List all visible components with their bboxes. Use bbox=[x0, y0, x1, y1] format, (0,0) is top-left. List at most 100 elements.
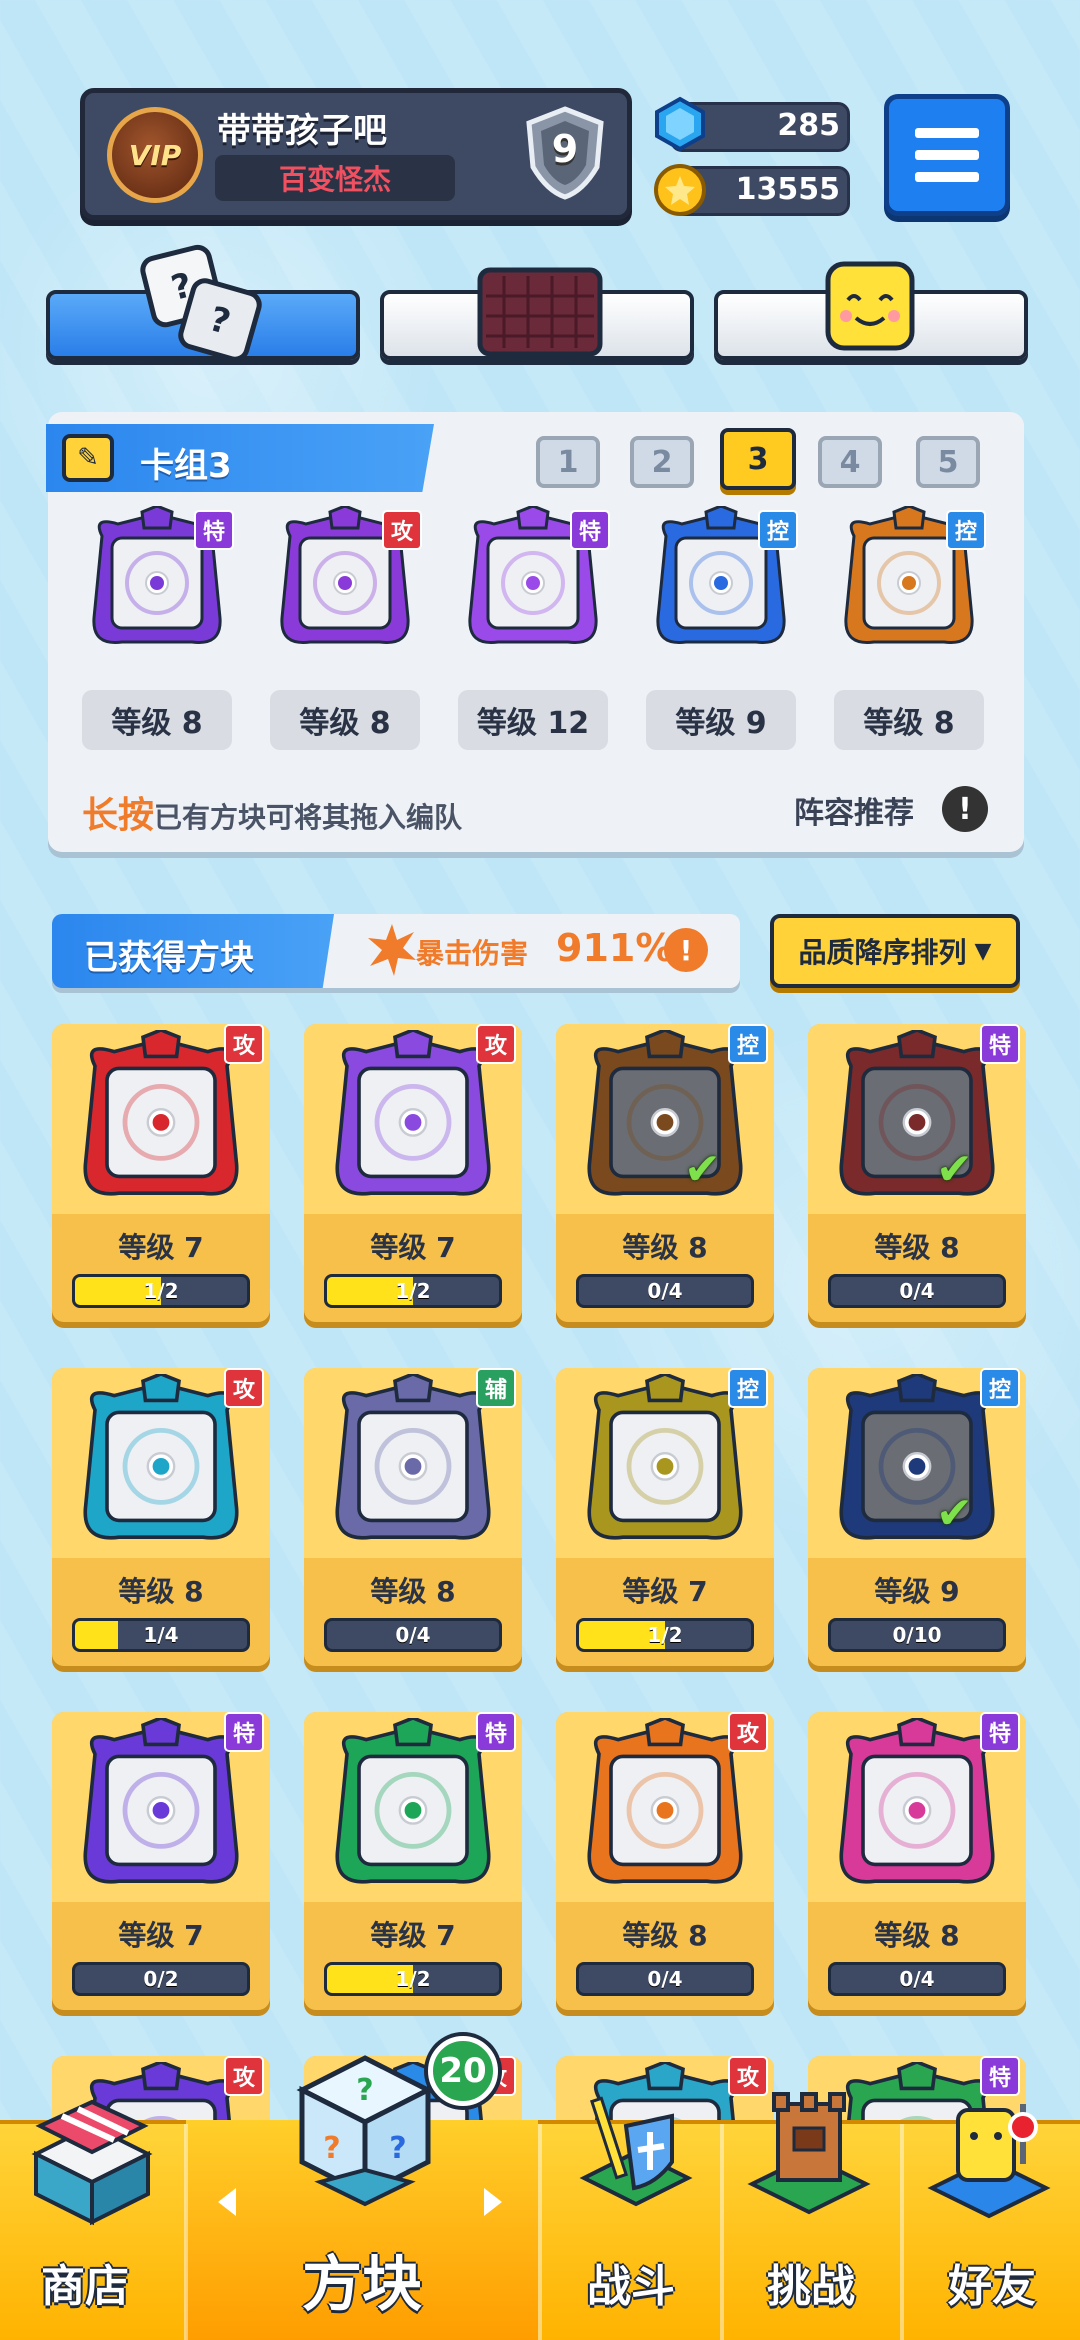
deck-block-card[interactable]: 特 bbox=[82, 504, 234, 656]
block-level: 等级 7 bbox=[370, 1231, 456, 1264]
block-card[interactable]: 攻等级 8 0/4 bbox=[556, 1712, 774, 2010]
upgrade-progress-bar: 0/2 bbox=[72, 1962, 250, 1996]
nav-friends-label: 好友 bbox=[948, 2261, 1036, 2312]
sword-shield-icon bbox=[579, 2096, 693, 2207]
nav-battle-label: 战斗 bbox=[587, 2261, 675, 2312]
deck-block-card[interactable]: 特 bbox=[458, 504, 610, 656]
type-tag: 攻 bbox=[382, 510, 422, 550]
nav-shop[interactable]: 商店 bbox=[0, 2099, 184, 2340]
player-profile-card[interactable]: VIP 带带孩子吧 百变怪杰 9 bbox=[80, 88, 632, 220]
progress-text: 1/2 bbox=[647, 1623, 683, 1647]
block-card[interactable]: 控 ✔ 等级 8 0/4 bbox=[556, 1024, 774, 1322]
type-tag: 控 bbox=[758, 510, 798, 550]
type-tag: 特 bbox=[476, 1712, 516, 1752]
pencil-icon[interactable]: ✎ bbox=[62, 434, 114, 482]
block-card[interactable]: 攻等级 7 1/2 bbox=[52, 1024, 270, 1322]
crit-info-icon[interactable]: ! bbox=[664, 928, 708, 972]
deck-slot-2[interactable]: 2 bbox=[630, 436, 694, 488]
deck-block-card[interactable]: 攻 bbox=[270, 504, 422, 656]
upgrade-progress-bar: 0/10 bbox=[828, 1618, 1006, 1652]
crit-burst-icon bbox=[368, 924, 416, 976]
rank-level: 9 bbox=[551, 127, 579, 171]
block-level: 等级 8 bbox=[622, 1231, 708, 1264]
progress-text: 0/4 bbox=[647, 1967, 683, 1991]
nav-challenge[interactable]: 挑战 bbox=[722, 2092, 900, 2340]
type-tag: 特 bbox=[570, 510, 610, 550]
sort-label: 品质降序排列 bbox=[798, 936, 967, 969]
type-tag: 辅 bbox=[476, 1368, 516, 1408]
type-tag: 特 bbox=[224, 1712, 264, 1752]
vip-badge[interactable]: VIP bbox=[107, 107, 203, 203]
upgrade-progress-bar: 1/2 bbox=[324, 1274, 502, 1308]
deck-slot-1[interactable]: 1 bbox=[536, 436, 600, 488]
gem-count: 285 bbox=[777, 108, 840, 143]
nav-battle[interactable]: 战斗 bbox=[542, 2096, 720, 2340]
progress-text: 1/4 bbox=[143, 1623, 179, 1647]
notification-dot bbox=[1008, 2112, 1038, 2142]
player-title: 百变怪杰 bbox=[215, 155, 455, 201]
type-tag: 攻 bbox=[476, 1024, 516, 1064]
block-level: 等级 7 bbox=[622, 1575, 708, 1608]
nav-friends[interactable]: 好友 bbox=[904, 2104, 1080, 2340]
block-level: 等级 8 bbox=[118, 1575, 204, 1608]
svg-text:?: ? bbox=[356, 2073, 373, 2108]
block-card[interactable]: 特等级 7 0/2 bbox=[52, 1712, 270, 2010]
drag-tip-text: 已有方块可将其拖入编队 bbox=[154, 801, 463, 834]
block-card[interactable]: 攻等级 7 1/2 bbox=[304, 1024, 522, 1322]
deck-block-card[interactable]: 控 bbox=[834, 504, 986, 656]
upgrade-progress-bar: 0/4 bbox=[324, 1618, 502, 1652]
block-card[interactable]: 特 ✔ 等级 8 0/4 bbox=[808, 1024, 1026, 1322]
svg-text:?: ? bbox=[389, 2131, 406, 2166]
in-deck-check-icon: ✔ bbox=[936, 1144, 973, 1195]
nav-blocks[interactable]: ? ? ? 方块 bbox=[186, 2055, 538, 2340]
drag-tip: 长按已有方块可将其拖入编队 bbox=[82, 786, 462, 838]
deck-block-card[interactable]: 控 bbox=[646, 504, 798, 656]
upgrade-progress-bar: 1/2 bbox=[576, 1618, 754, 1652]
block-card[interactable]: 特等级 7 1/2 bbox=[304, 1712, 522, 2010]
deck-block-level: 等级 8 bbox=[834, 690, 984, 750]
block-card[interactable]: 攻等级 8 1/4 bbox=[52, 1368, 270, 1666]
menu-button[interactable] bbox=[884, 94, 1010, 216]
block-level: 等级 7 bbox=[118, 1231, 204, 1264]
board-grid-icon bbox=[477, 267, 603, 357]
sort-button[interactable]: 品质降序排列 ▼ bbox=[770, 914, 1020, 988]
block-card[interactable]: 辅等级 8 0/4 bbox=[304, 1368, 522, 1666]
block-card[interactable]: 控 ✔ 等级 9 0/10 bbox=[808, 1368, 1026, 1666]
info-icon[interactable]: ! bbox=[942, 786, 988, 832]
type-tag: 攻 bbox=[224, 1024, 264, 1064]
menu-line-icon bbox=[915, 172, 979, 182]
block-card[interactable]: 特等级 8 0/4 bbox=[808, 1712, 1026, 2010]
type-tag: 特 bbox=[980, 1712, 1020, 1752]
type-tag: 攻 bbox=[728, 1712, 768, 1752]
deck-slot-5[interactable]: 5 bbox=[916, 436, 980, 488]
progress-text: 0/4 bbox=[647, 1279, 683, 1303]
progress-text: 0/4 bbox=[899, 1279, 935, 1303]
block-card[interactable]: 控等级 7 1/2 bbox=[556, 1368, 774, 1666]
nav-shop-label: 商店 bbox=[41, 2261, 129, 2312]
deck-slot-4[interactable]: 4 bbox=[818, 436, 882, 488]
type-tag: 特 bbox=[980, 1024, 1020, 1064]
deck-block-level: 等级 8 bbox=[82, 690, 232, 750]
upgrade-progress-bar: 0/4 bbox=[828, 1962, 1006, 1996]
crit-damage-label: 暴击伤害 bbox=[416, 937, 529, 970]
deck-slot-3[interactable]: 3 bbox=[720, 428, 796, 490]
deck-block-level: 等级 8 bbox=[270, 690, 420, 750]
type-tag: 控 bbox=[728, 1024, 768, 1064]
arrow-right-icon[interactable] bbox=[484, 2188, 502, 2216]
upgrade-progress-bar: 1/4 bbox=[72, 1618, 250, 1652]
dice-icon: ? ? bbox=[140, 244, 262, 362]
progress-text: 0/10 bbox=[892, 1623, 942, 1647]
block-level: 等级 7 bbox=[370, 1919, 456, 1952]
type-tag: 控 bbox=[980, 1368, 1020, 1408]
lineup-recommend-label[interactable]: 阵容推荐 bbox=[794, 788, 914, 832]
arrow-left-icon[interactable] bbox=[218, 2188, 236, 2216]
type-tag: 攻 bbox=[224, 1368, 264, 1408]
menu-line-icon bbox=[915, 128, 979, 138]
progress-text: 0/4 bbox=[899, 1967, 935, 1991]
in-deck-check-icon: ✔ bbox=[936, 1488, 973, 1539]
progress-text: 1/2 bbox=[395, 1279, 431, 1303]
deck-block-level: 等级 12 bbox=[458, 690, 608, 750]
type-tag: 控 bbox=[728, 1368, 768, 1408]
upgrade-progress-bar: 1/2 bbox=[72, 1274, 250, 1308]
nav-challenge-label: 挑战 bbox=[767, 2261, 855, 2312]
